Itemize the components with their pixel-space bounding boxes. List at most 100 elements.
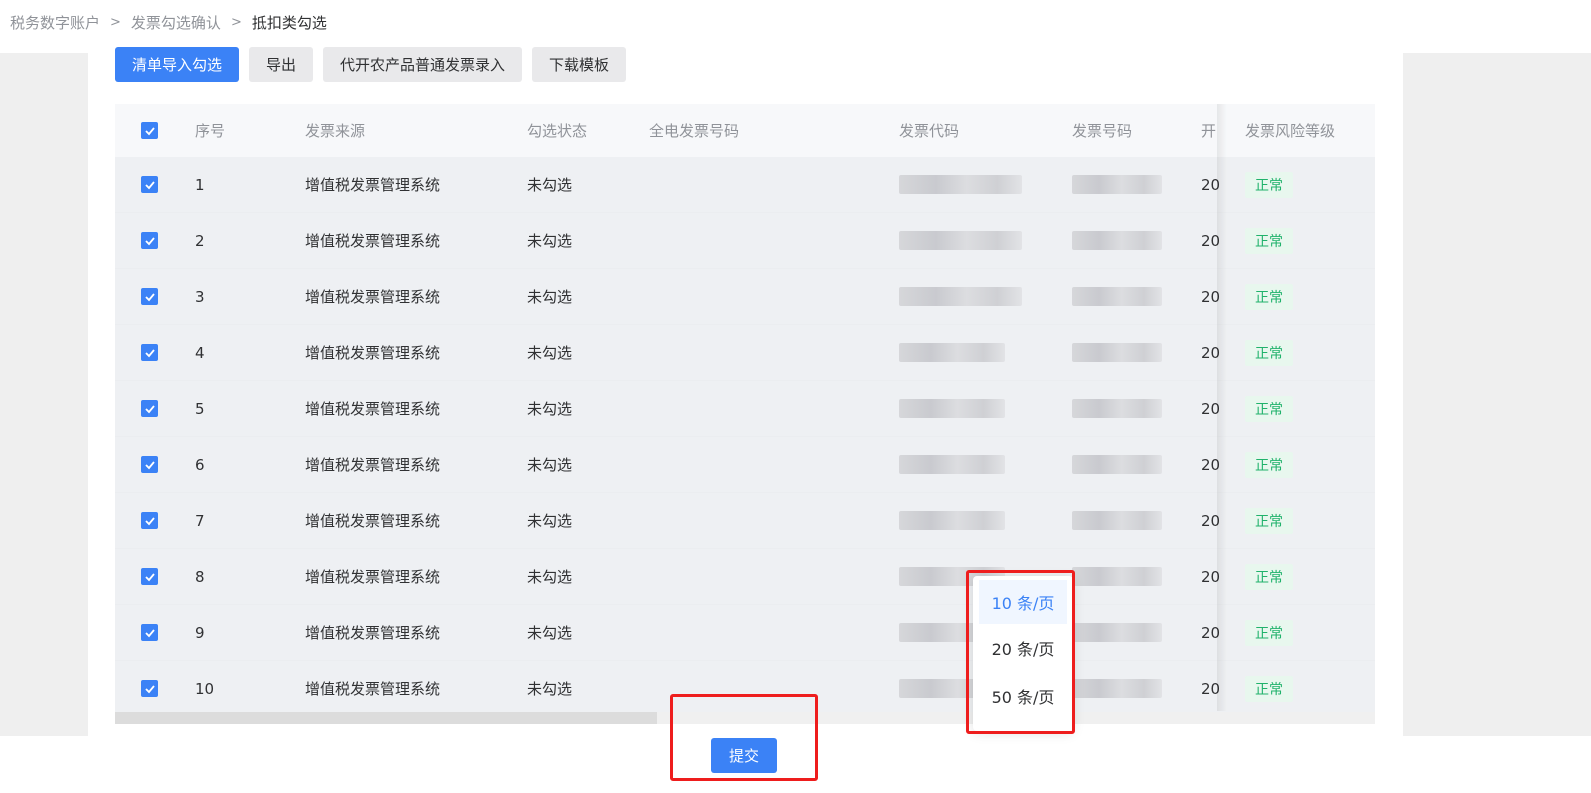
table-row[interactable]: 1 增值税发票管理系统 未勾选 20 正常: [115, 157, 1375, 213]
row-checkbox[interactable]: [141, 456, 158, 473]
check-icon: [144, 516, 155, 525]
cell-source: 增值税发票管理系统: [305, 232, 441, 250]
table-row[interactable]: 6 增值税发票管理系统 未勾选 20 正常: [115, 437, 1375, 493]
cell-index: 6: [195, 455, 205, 474]
invoice-table: 序号 发票来源 勾选状态 全电发票号码 发票代码 发票号码 开 发票风险等级 1…: [115, 104, 1375, 717]
table-row[interactable]: 4 增值税发票管理系统 未勾选 20 正常: [115, 325, 1375, 381]
highlight-box-dropdown: [966, 570, 1075, 734]
cell-source: 增值税发票管理系统: [305, 568, 441, 586]
redacted-invoice-code: [899, 231, 1022, 250]
export-button[interactable]: 导出: [249, 47, 314, 82]
row-checkbox[interactable]: [141, 624, 158, 641]
check-icon: [144, 180, 155, 189]
header-number: 发票号码: [1072, 122, 1133, 140]
header-status: 勾选状态: [527, 122, 588, 140]
table-row[interactable]: 2 增值税发票管理系统 未勾选 20 正常: [115, 213, 1375, 269]
breadcrumb: 税务数字账户 > 发票勾选确认 > 抵扣类勾选: [10, 10, 327, 34]
row-checkbox[interactable]: [141, 344, 158, 361]
highlight-box-submit: [670, 694, 818, 781]
cell-status: 未勾选: [527, 232, 573, 250]
cell-source: 增值税发票管理系统: [305, 456, 441, 474]
risk-level-badge: 正常: [1245, 339, 1293, 366]
row-checkbox[interactable]: [141, 568, 158, 585]
cell-index: 10: [195, 679, 215, 698]
redacted-invoice-number: [1072, 399, 1162, 418]
row-checkbox[interactable]: [141, 176, 158, 193]
scrollbar-thumb[interactable]: [115, 712, 657, 724]
row-checkbox[interactable]: [141, 288, 158, 305]
redacted-invoice-number: [1072, 623, 1162, 642]
risk-level-badge: 正常: [1245, 451, 1293, 478]
cell-status: 未勾选: [527, 624, 573, 642]
header-full-number: 全电发票号码: [649, 122, 740, 140]
header-index: 序号: [195, 122, 226, 140]
row-checkbox[interactable]: [141, 512, 158, 529]
check-icon: [144, 348, 155, 357]
redacted-invoice-number: [1072, 679, 1162, 698]
chevron-right-icon: >: [110, 14, 121, 30]
cell-status: 未勾选: [527, 568, 573, 586]
breadcrumb-tax-account[interactable]: 税务数字账户: [10, 12, 100, 33]
table-row[interactable]: 9 增值税发票管理系统 未勾选 20 正常: [115, 605, 1375, 661]
breadcrumb-invoice-confirm[interactable]: 发票勾选确认: [131, 12, 221, 33]
redacted-invoice-number: [1072, 343, 1162, 362]
redacted-invoice-number: [1072, 567, 1162, 586]
table-header: 序号 发票来源 勾选状态 全电发票号码 发票代码 发票号码 开 发票风险等级: [115, 104, 1375, 157]
chevron-right-icon: >: [230, 14, 242, 30]
redacted-invoice-code: [899, 343, 1005, 362]
check-icon: [144, 292, 155, 301]
row-checkbox[interactable]: [141, 400, 158, 417]
cell-index: 8: [195, 567, 205, 586]
header-code: 发票代码: [899, 122, 960, 140]
breadcrumb-deduction-select: 抵扣类勾选: [251, 13, 327, 32]
cell-index: 7: [195, 511, 205, 530]
table-row[interactable]: 3 增值税发票管理系统 未勾选 20 正常: [115, 269, 1375, 325]
redacted-invoice-code: [899, 455, 1005, 474]
redacted-invoice-number: [1072, 287, 1162, 306]
download-template-button[interactable]: 下载模板: [532, 47, 627, 82]
risk-level-badge: 正常: [1245, 675, 1293, 702]
cell-index: 3: [195, 287, 205, 306]
cell-source: 增值税发票管理系统: [305, 176, 441, 194]
select-all-checkbox[interactable]: [141, 122, 158, 139]
cell-status: 未勾选: [527, 400, 573, 418]
risk-level-badge: 正常: [1245, 283, 1293, 310]
cell-index: 5: [195, 399, 205, 418]
table-row[interactable]: 5 增值税发票管理系统 未勾选 20 正常: [115, 381, 1375, 437]
table-body: 1 增值税发票管理系统 未勾选 20 正常 2 增值税发票管理系统 未勾选 20 正常 3 增值税发票…: [115, 157, 1375, 717]
import-select-button[interactable]: 清单导入勾选: [115, 47, 240, 82]
check-icon: [144, 628, 155, 637]
redacted-invoice-number: [1072, 175, 1162, 194]
redacted-invoice-number: [1072, 231, 1162, 250]
table-row[interactable]: 8 增值税发票管理系统 未勾选 20 正常: [115, 549, 1375, 605]
cell-status: 未勾选: [527, 176, 573, 194]
redacted-invoice-code: [899, 399, 1005, 418]
risk-level-badge: 正常: [1245, 395, 1293, 422]
check-icon: [144, 460, 155, 469]
table-row[interactable]: 7 增值税发票管理系统 未勾选 20 正常: [115, 493, 1375, 549]
check-icon: [144, 572, 155, 581]
redacted-invoice-code: [899, 287, 1022, 306]
cell-index: 2: [195, 231, 205, 250]
header-source: 发票来源: [305, 122, 366, 140]
cell-status: 未勾选: [527, 680, 573, 698]
risk-level-badge: 正常: [1245, 171, 1293, 198]
cell-source: 增值税发票管理系统: [305, 344, 441, 362]
row-checkbox[interactable]: [141, 232, 158, 249]
cell-source: 增值税发票管理系统: [305, 512, 441, 530]
check-icon: [144, 236, 155, 245]
fixed-column-shadow: [1217, 104, 1227, 711]
row-checkbox[interactable]: [141, 680, 158, 697]
cell-status: 未勾选: [527, 288, 573, 306]
check-icon: [144, 126, 155, 135]
risk-level-badge: 正常: [1245, 619, 1293, 646]
toolbar: 清单导入勾选 导出 代开农产品普通发票录入 下载模板: [115, 47, 627, 82]
cell-source: 增值税发票管理系统: [305, 624, 441, 642]
agri-invoice-entry-button[interactable]: 代开农产品普通发票录入: [323, 47, 523, 82]
cell-status: 未勾选: [527, 512, 573, 530]
check-icon: [144, 404, 155, 413]
redacted-invoice-code: [899, 511, 1005, 530]
cell-status: 未勾选: [527, 344, 573, 362]
header-risk: 发票风险等级: [1245, 122, 1336, 140]
check-icon: [144, 684, 155, 693]
